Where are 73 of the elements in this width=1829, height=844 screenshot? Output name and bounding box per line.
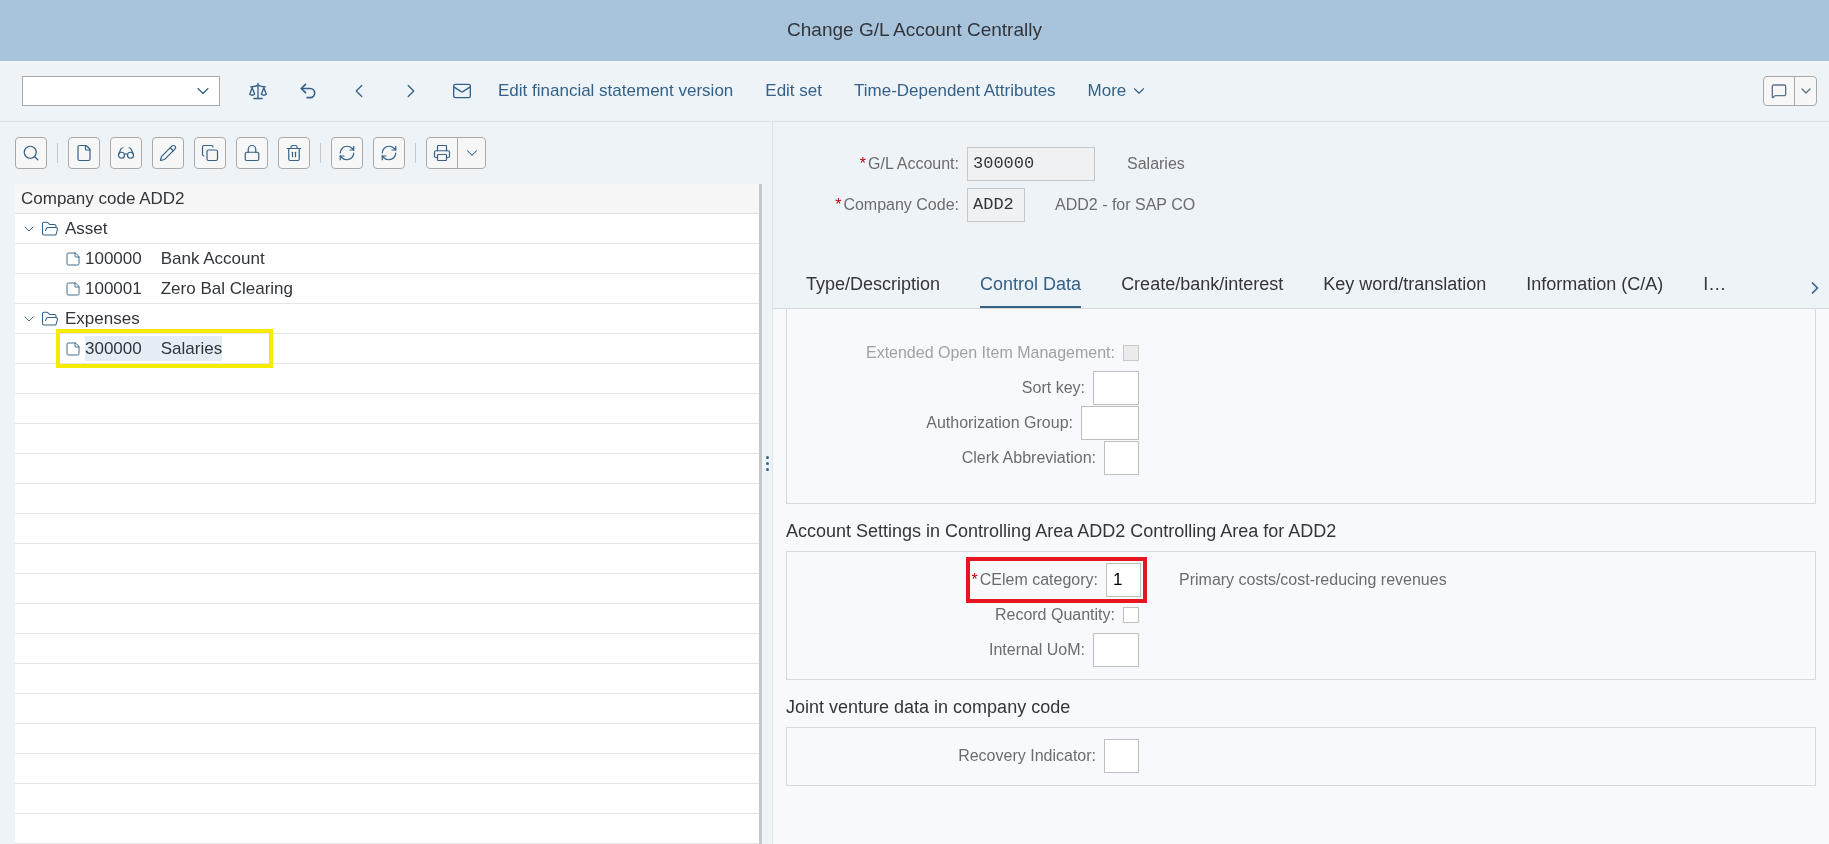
- settings-menu-button[interactable]: [1763, 76, 1817, 106]
- edit-button[interactable]: [152, 137, 184, 169]
- tree-node[interactable]: Expenses: [65, 305, 140, 332]
- new-document-button[interactable]: [68, 137, 100, 169]
- refresh-icon: [380, 144, 398, 162]
- toolbar-action[interactable]: Edit financial statement version: [498, 78, 734, 104]
- field-label: Sort key:: [1021, 377, 1085, 398]
- tree-node[interactable]: Asset: [65, 215, 108, 242]
- document-icon: [75, 144, 93, 162]
- field-label: Recovery Indicator:: [958, 745, 1096, 766]
- lock-button[interactable]: [236, 137, 268, 169]
- section-heading: Account Settings in Controlling Area ADD2 Controlling Area for ADD2: [786, 520, 1338, 543]
- document-icon: [65, 280, 81, 297]
- toolbar-action[interactable]: Time-Dependent Attributes: [854, 78, 1056, 104]
- pencil-icon: [159, 144, 177, 162]
- field-label: *CElem category:: [971, 569, 1098, 590]
- field-label: Record Quantity:: [994, 604, 1115, 625]
- tab[interactable]: Create/bank/interest: [1121, 271, 1284, 308]
- folder-icon: [41, 309, 59, 328]
- field-description: Primary costs/cost-reducing revenues: [1179, 569, 1447, 590]
- required-mark: *: [971, 570, 978, 588]
- checkbox[interactable]: [1123, 606, 1139, 623]
- input-field[interactable]: [1093, 370, 1139, 405]
- transfer-button[interactable]: [331, 137, 363, 169]
- tree-leaf[interactable]: 300000 Salaries: [85, 335, 223, 362]
- tab[interactable]: Key word/translation: [1323, 271, 1487, 308]
- input-field[interactable]: ADD2: [967, 187, 1025, 222]
- field-label: Clerk Abbreviation:: [961, 447, 1096, 468]
- section-heading: Joint venture data in company code: [786, 696, 1072, 719]
- input-field[interactable]: [1104, 440, 1139, 475]
- undo-icon[interactable]: [298, 81, 318, 101]
- scale-icon[interactable]: [248, 81, 268, 101]
- trash-icon: [285, 144, 303, 162]
- field-label: *G/L Account:: [859, 153, 959, 174]
- copy-button[interactable]: [194, 137, 226, 169]
- tab[interactable]: Type/Description: [806, 271, 941, 308]
- search-icon: [22, 144, 40, 162]
- required-mark: *: [859, 154, 866, 172]
- field-label: Extended Open Item Management:: [865, 342, 1115, 363]
- mail-icon[interactable]: [452, 81, 472, 101]
- more-menu[interactable]: More: [1087, 78, 1149, 104]
- field-label: *Company Code:: [835, 194, 959, 215]
- field-label: Internal UoM:: [988, 639, 1085, 660]
- refresh-button[interactable]: [373, 137, 405, 169]
- cycle-arrows-icon: [338, 144, 356, 162]
- window-title: Change G/L Account Centrally: [787, 18, 1042, 43]
- toolbar-action[interactable]: Edit set: [765, 78, 822, 104]
- display-button[interactable]: [110, 137, 142, 169]
- required-mark: *: [835, 195, 842, 213]
- input-field[interactable]: [1093, 632, 1139, 667]
- padlock-icon: [243, 144, 261, 162]
- field-label: Authorization Group:: [926, 412, 1073, 433]
- printer-icon: [433, 144, 451, 162]
- field-description: Salaries: [1127, 153, 1185, 174]
- tree-leaf[interactable]: 100000 Bank Account: [85, 245, 265, 272]
- tab[interactable]: I…: [1703, 271, 1727, 308]
- input-field[interactable]: [1104, 738, 1139, 773]
- input-field[interactable]: [1081, 405, 1139, 440]
- print-button[interactable]: [426, 137, 486, 169]
- input-field[interactable]: 1: [1106, 562, 1141, 597]
- tree-leaf[interactable]: 100001 Zero Bal Clearing: [85, 275, 293, 302]
- field-description: ADD2 - for SAP CO: [1055, 194, 1196, 215]
- tree-header: Company code ADD2: [21, 187, 185, 210]
- speech-bubble-icon: [1771, 83, 1787, 99]
- tab[interactable]: Information (C/A): [1526, 271, 1664, 308]
- delete-button[interactable]: [278, 137, 310, 169]
- document-icon: [65, 340, 81, 357]
- document-icon: [65, 250, 81, 267]
- search-button[interactable]: [15, 137, 47, 169]
- glasses-icon: [117, 144, 135, 162]
- folder-icon: [41, 219, 59, 238]
- input-field[interactable]: 300000: [967, 146, 1095, 181]
- copy-icon: [201, 144, 219, 162]
